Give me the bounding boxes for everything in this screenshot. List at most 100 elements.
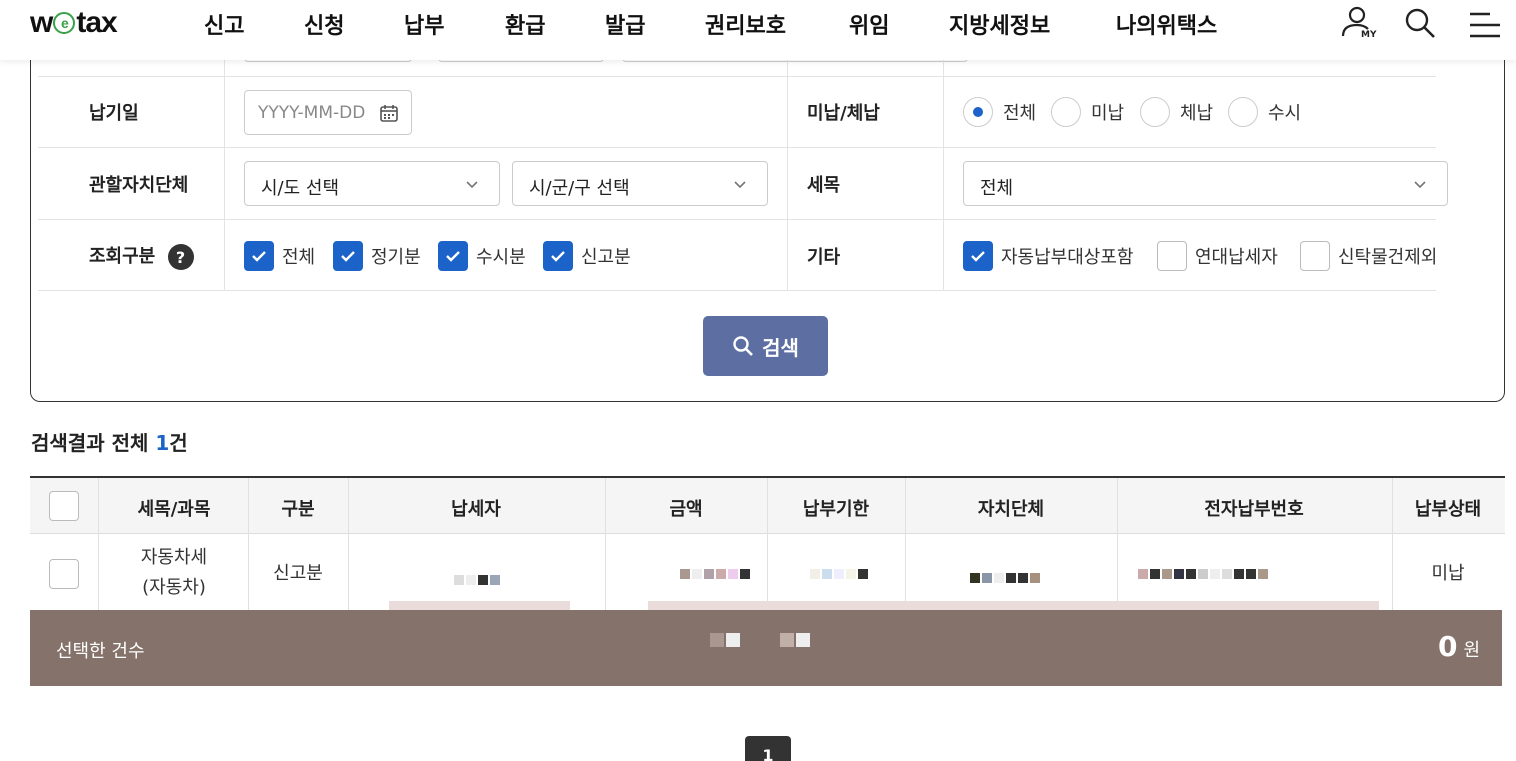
search-icon — [733, 336, 754, 356]
nav-pay[interactable]: 납부 — [404, 8, 444, 40]
col-line — [98, 478, 99, 612]
form-row-top — [38, 60, 1436, 77]
nav-refund[interactable]: 환급 — [505, 8, 545, 40]
etc-label: 기타 — [807, 247, 841, 268]
checkbox[interactable] — [1157, 241, 1187, 271]
col-line — [1392, 478, 1393, 612]
check-auto-payment[interactable]: 자동납부대상포함 — [963, 241, 1133, 271]
help-icon[interactable]: ? — [167, 244, 194, 270]
due-date-placeholder: YYYY-MM-DD — [258, 103, 366, 123]
radio-label: 미납 — [1091, 103, 1125, 124]
row-tax-item-line2: (자동차) — [142, 577, 206, 598]
col-line — [348, 478, 349, 612]
redacted-local-gov — [970, 568, 1042, 583]
radio-unpaid-occasional[interactable]: 수시 — [1228, 97, 1301, 127]
result-title-suffix: 건 — [169, 431, 188, 455]
result-table: 세목/과목 구분 납세자 금액 납부기한 자치단체 전자납부번호 납부상태 자동… — [30, 476, 1505, 612]
selection-summary-bar: 선택한 건수 0원 — [30, 610, 1502, 686]
logo-e: e — [53, 12, 76, 34]
checkbox-label: 연대납세자 — [1195, 247, 1278, 268]
col-line — [605, 478, 606, 612]
nav-apply[interactable]: 신청 — [304, 8, 344, 40]
tax-item-select[interactable]: 전체 — [963, 161, 1448, 206]
query-type-label-text: 조회구분 — [89, 246, 156, 267]
radio-unpaid-unpaid[interactable]: 미납 — [1051, 97, 1124, 127]
top-header: w e tax 신고 신청 납부 환급 발급 권리보호 위임 지방세정보 나의위… — [0, 0, 1516, 60]
nav-my-wetax[interactable]: 나의위택스 — [1116, 8, 1217, 40]
sido-select[interactable]: 시/도 선택 — [244, 161, 500, 206]
logo-tax: tax — [76, 6, 117, 39]
col-divider-2 — [787, 76, 788, 290]
checkbox-label: 자동납부대상포함 — [1001, 247, 1134, 268]
logo-w: w — [30, 6, 53, 39]
radio-label: 수시 — [1268, 103, 1302, 124]
chevron-down-icon — [465, 176, 479, 197]
redacted-selected-count — [710, 632, 810, 651]
selected-count-label: 선택한 건수 — [56, 641, 145, 662]
checkbox-checked[interactable] — [543, 241, 573, 271]
redacted-amount — [680, 564, 752, 579]
result-title-prefix: 검색결과 전체 — [31, 431, 156, 455]
nav-rights[interactable]: 권리보호 — [705, 8, 786, 40]
checkbox-checked[interactable] — [438, 241, 468, 271]
result-title: 검색결과 전체 1건 — [31, 427, 188, 456]
sigungu-select[interactable]: 시/군/구 선택 — [512, 161, 768, 206]
search-button-label: 검색 — [762, 337, 799, 360]
row-checkbox[interactable] — [49, 559, 79, 589]
radio-unpaid-overdue[interactable]: 체납 — [1140, 97, 1213, 127]
col-due-date: 납부기한 — [802, 499, 870, 520]
col-e-payment-no: 전자납부번호 — [1204, 499, 1304, 520]
col-type: 구분 — [281, 499, 315, 520]
calendar-icon[interactable] — [379, 103, 399, 128]
nav-local-tax-info[interactable]: 지방세정보 — [949, 8, 1050, 40]
col-divider-1 — [224, 76, 225, 290]
col-line — [248, 478, 249, 612]
nav-issue[interactable]: 발급 — [605, 8, 645, 40]
check-exclude-trust[interactable]: 신탁물건제외 — [1300, 241, 1437, 271]
radio-label: 체납 — [1180, 103, 1214, 124]
radio-unpaid-all[interactable]: 전체 — [963, 97, 1036, 127]
redacted-e-payment-no — [1138, 564, 1270, 579]
row-tax-item-line1: 자동차세 — [140, 547, 208, 568]
check-query-all[interactable]: 전체 — [244, 241, 315, 271]
check-query-report[interactable]: 신고분 — [543, 241, 631, 271]
row-tax-item: 자동차세 (자동차) — [141, 543, 207, 603]
check-joint-taxpayer[interactable]: 연대납세자 — [1157, 241, 1278, 271]
check-query-regular[interactable]: 정기분 — [333, 241, 421, 271]
page-button-current[interactable]: 1 — [745, 736, 791, 761]
nav-delegate[interactable]: 위임 — [849, 8, 889, 40]
radio-circle[interactable] — [1140, 97, 1170, 127]
checkbox-checked[interactable] — [333, 241, 363, 271]
row-status: 미납 — [1431, 563, 1465, 584]
nav-report[interactable]: 신고 — [204, 8, 244, 40]
col-line — [905, 478, 906, 612]
col-divider-3 — [943, 76, 944, 290]
row-type: 신고분 — [273, 563, 323, 584]
result-count: 1 — [155, 431, 170, 455]
radio-circle-checked[interactable] — [963, 97, 993, 127]
due-date-input[interactable]: YYYY-MM-DD — [244, 90, 412, 135]
wetax-logo[interactable]: w e tax — [30, 6, 118, 40]
my-user-icon[interactable]: MY — [1340, 4, 1378, 48]
search-icon[interactable] — [1403, 6, 1437, 44]
chevron-down-icon — [1413, 176, 1427, 197]
checkbox-label: 전체 — [282, 247, 316, 268]
tax-item-select-value: 전체 — [980, 178, 1014, 199]
select-all-checkbox[interactable] — [49, 491, 79, 521]
checkbox-checked[interactable] — [963, 241, 993, 271]
checkbox[interactable] — [1300, 241, 1330, 271]
search-button[interactable]: 검색 — [703, 316, 828, 376]
selected-amount: 0원 — [1438, 630, 1480, 663]
check-query-occasional[interactable]: 수시분 — [438, 241, 526, 271]
due-date-label: 납기일 — [89, 103, 139, 124]
region-label: 관할자치단체 — [89, 175, 189, 196]
redacted-due-date — [810, 564, 870, 579]
radio-circle[interactable] — [1228, 97, 1258, 127]
col-line — [767, 478, 768, 612]
radio-circle[interactable] — [1051, 97, 1081, 127]
col-line — [1117, 478, 1118, 612]
checkbox-label: 정기분 — [371, 247, 421, 268]
redacted-taxpayer — [454, 570, 502, 585]
menu-icon[interactable] — [1468, 10, 1502, 44]
checkbox-checked[interactable] — [244, 241, 274, 271]
